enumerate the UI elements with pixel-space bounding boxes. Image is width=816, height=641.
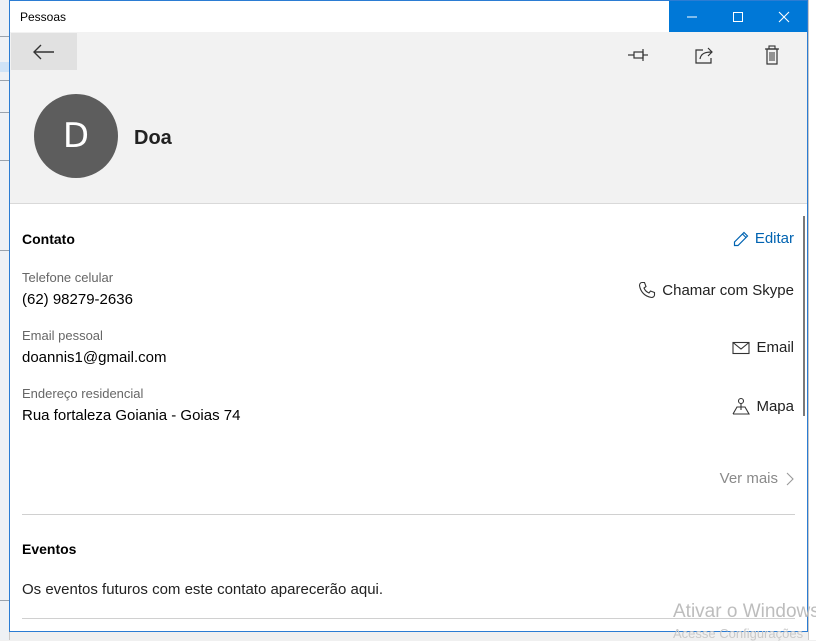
avatar: D	[34, 94, 118, 178]
activation-watermark: Ativar o Windows	[673, 601, 816, 622]
email-value[interactable]: doannis1@gmail.com	[22, 349, 166, 366]
call-skype-label: Chamar com Skype	[662, 281, 794, 299]
scrollbar[interactable]	[803, 216, 805, 416]
pencil-icon	[733, 231, 749, 246]
events-empty-text: Os eventos futuros com este contato apar…	[22, 581, 384, 598]
phone-label: Telefone celular	[22, 270, 114, 285]
edit-label: Editar	[754, 230, 794, 247]
edit-button[interactable]: Editar	[733, 230, 794, 247]
contact-name: Doa	[134, 127, 172, 149]
activation-watermark-subtext: Acesse Configurações	[673, 626, 804, 641]
address-value[interactable]: Rua fortaleza Goiania - Goias 74	[22, 407, 240, 424]
chevron-right-icon	[786, 472, 794, 485]
maximize-button[interactable]	[715, 1, 761, 32]
window-controls	[669, 1, 807, 32]
events-section-title: Eventos	[22, 541, 77, 557]
delete-button[interactable]	[759, 43, 785, 67]
phone-icon	[639, 281, 656, 299]
send-email-button[interactable]: Email	[732, 339, 794, 356]
share-button[interactable]	[692, 43, 718, 67]
mail-icon	[732, 341, 751, 354]
maximize-icon	[733, 11, 743, 22]
contact-section-title: Contato	[22, 231, 75, 247]
minimize-button[interactable]	[669, 1, 715, 32]
close-button[interactable]	[761, 1, 807, 32]
address-label: Endereço residencial	[22, 386, 144, 401]
window-title: Pessoas	[20, 10, 67, 24]
send-email-label: Email	[756, 339, 794, 356]
back-arrow-icon	[33, 44, 54, 59]
map-pin-icon	[732, 397, 751, 415]
share-icon	[695, 47, 713, 64]
map-label: Mapa	[756, 397, 794, 415]
call-skype-button[interactable]: Chamar com Skype	[638, 281, 794, 299]
section-divider	[22, 514, 795, 515]
back-button[interactable]	[11, 33, 77, 70]
phone-value[interactable]: (62) 98279-2636	[22, 291, 133, 308]
contact-header: D Doa	[10, 32, 807, 204]
pin-icon	[628, 49, 648, 61]
delete-icon	[765, 45, 779, 65]
email-label: Email pessoal	[22, 328, 103, 343]
close-icon	[778, 11, 790, 22]
see-more-label: Ver mais	[719, 470, 778, 487]
people-app-window: Pessoas D Doa Contato Editar Telefone ce…	[9, 0, 808, 632]
background-window-right	[808, 0, 816, 640]
map-button[interactable]: Mapa	[732, 397, 794, 415]
title-bar: Pessoas	[10, 1, 807, 32]
see-more-button[interactable]: Ver mais	[720, 470, 794, 487]
minimize-icon	[687, 16, 697, 17]
contact-details: Contato Editar Telefone celular (62) 982…	[10, 204, 807, 631]
pin-button[interactable]	[625, 43, 651, 67]
